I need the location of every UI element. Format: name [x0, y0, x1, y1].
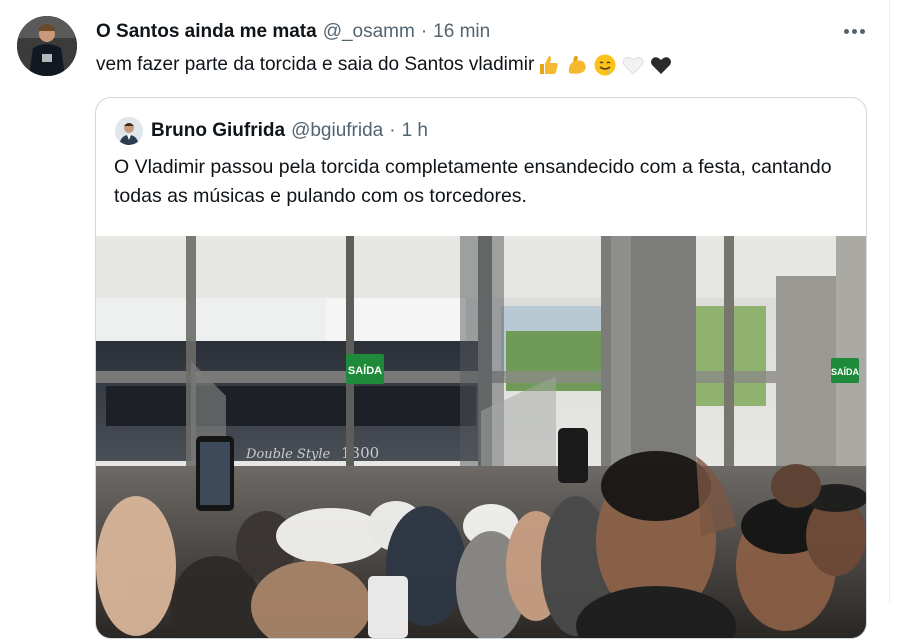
- tweet-header: O Santos ainda me mata @_osamm · 16 min: [96, 20, 490, 44]
- quoted-user-handle[interactable]: @bgiufrida: [291, 120, 383, 142]
- quoted-timestamp[interactable]: 1 h: [402, 120, 428, 142]
- flexed-biceps-icon: [564, 52, 590, 78]
- bus-script-text: Double Style: [245, 447, 331, 462]
- tweet-body: vem fazer parte da torcida e saia do San…: [96, 52, 676, 78]
- emoji-group: [536, 52, 676, 78]
- black-heart-icon: [648, 52, 674, 78]
- exit-sign-left: SAÍDA: [348, 364, 382, 377]
- drooling-face-icon: [592, 52, 618, 78]
- more-dot-icon: [859, 28, 865, 34]
- display-name[interactable]: O Santos ainda me mata: [96, 21, 317, 43]
- exit-sign-right: SAÍDA: [831, 367, 860, 377]
- white-heart-icon: [620, 52, 646, 78]
- user-handle[interactable]: @_osamm: [323, 21, 415, 43]
- quoted-photo[interactable]: Double Style 1300 SAÍDA SAÍDA: [96, 236, 866, 638]
- separator-dot: ·: [389, 120, 396, 141]
- timestamp[interactable]: 16 min: [433, 21, 490, 43]
- quoted-display-name[interactable]: Bruno Giufrida: [151, 120, 285, 142]
- quoted-text: O Vladimir passou pela torcida completam…: [114, 156, 832, 207]
- tweet-text: vem fazer parte da torcida e saia do San…: [96, 54, 535, 75]
- thumbs-up-icon: [536, 52, 562, 78]
- more-options-button[interactable]: [840, 18, 868, 44]
- timeline-divider: [889, 0, 890, 605]
- more-dot-icon: [851, 28, 857, 34]
- quoted-tweet-card[interactable]: Bruno Giufrida @bgiufrida · 1 h O Vladim…: [95, 97, 867, 639]
- quoted-header: Bruno Giufrida @bgiufrida · 1 h: [151, 119, 428, 143]
- user-avatar[interactable]: [17, 16, 77, 76]
- quoted-user-avatar[interactable]: [115, 117, 143, 145]
- more-dot-icon: [843, 28, 849, 34]
- separator-dot: ·: [420, 21, 428, 42]
